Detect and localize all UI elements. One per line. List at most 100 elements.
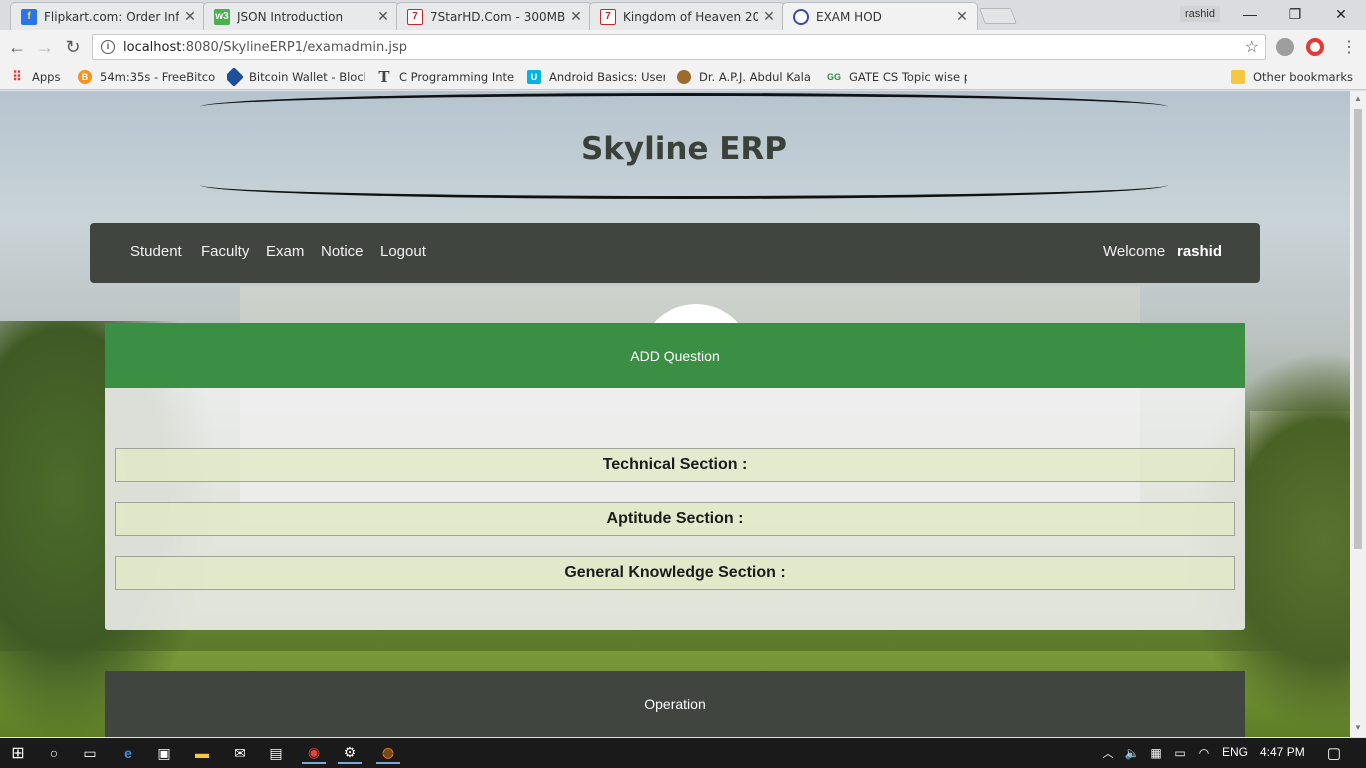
page-viewport: Skyline ERP Student Faculty Exam Notice … xyxy=(0,91,1350,737)
browser-tab[interactable]: 7 7StarHD.Com - 300MB Du ✕ xyxy=(396,2,592,30)
store-icon[interactable]: ▣ xyxy=(152,742,176,764)
language-indicator[interactable]: ENG xyxy=(1222,745,1248,759)
scroll-down-icon[interactable]: ▼ xyxy=(1354,723,1362,732)
bookmark-other[interactable]: Other bookmarks xyxy=(1231,68,1356,86)
action-center-icon[interactable]: ▢ xyxy=(1322,742,1346,764)
browser-tab-active[interactable]: EXAM HOD ✕ xyxy=(782,2,978,30)
general-knowledge-section[interactable]: General Knowledge Section : xyxy=(115,556,1235,590)
folder-icon xyxy=(1231,70,1245,84)
forward-icon[interactable]: → xyxy=(34,36,56,58)
section-label: Technical Section : xyxy=(602,456,748,473)
menu-kebab-icon[interactable]: ⋮ xyxy=(1338,36,1360,58)
nav-link-notice[interactable]: Notice xyxy=(321,243,364,260)
tab-title: Flipkart.com: Order Inform xyxy=(44,9,179,24)
minimize-icon[interactable]: — xyxy=(1227,0,1273,28)
info-icon[interactable]: i xyxy=(101,40,115,54)
page-scrollbar[interactable]: ▲ ▼ xyxy=(1350,91,1366,737)
nav-link-faculty[interactable]: Faculty xyxy=(201,243,249,260)
apps-grid-icon: ⠿ xyxy=(12,69,22,84)
7starhd-icon: 7 xyxy=(600,8,616,25)
browser-tab[interactable]: w3 JSON Introduction ✕ xyxy=(203,2,399,30)
bookmark-label: C Programming Inte xyxy=(399,70,515,84)
network-icon[interactable]: ▦ xyxy=(1144,742,1168,764)
reload-icon[interactable]: ↻ xyxy=(62,36,84,58)
bookmark-label: Other bookmarks xyxy=(1253,70,1353,84)
extension-icon[interactable] xyxy=(1276,38,1294,56)
site-title: Skyline ERP xyxy=(580,131,788,167)
blockchain-icon xyxy=(227,68,244,86)
url-path: :8080/SkylineERP1/examadmin.jsp xyxy=(181,39,408,55)
bookmarks-bar: ⠿ Apps B 54m:35s - FreeBitco Bitcoin Wal… xyxy=(0,64,1366,90)
clock[interactable]: 4:47 PM xyxy=(1260,745,1305,759)
add-question-header[interactable]: ADD Question xyxy=(105,323,1245,388)
tab-title: JSON Introduction xyxy=(237,9,344,24)
windows-taskbar: ⊞ ○ ▭ e ▣ ▬ ✉ ▤ ◉ ⚙ ◍ ︿ 🔈 ▦ ▭ ◠ ENG 4:47… xyxy=(0,738,1366,768)
bookmark-label: Dr. A.P.J. Abdul Kala xyxy=(699,70,811,84)
browser-tab[interactable]: 7 Kingdom of Heaven 2005 ✕ xyxy=(589,2,785,30)
tab-title: 7StarHD.Com - 300MB Du xyxy=(430,9,565,24)
profile-name[interactable]: rashid xyxy=(1180,6,1220,22)
firefox-icon[interactable]: ◍ xyxy=(376,742,400,764)
volume-icon[interactable]: 🔈 xyxy=(1120,742,1144,764)
back-icon[interactable]: ← xyxy=(6,36,28,58)
address-bar[interactable]: i localhost:8080/SkylineERP1/examadmin.j… xyxy=(92,34,1266,60)
scrollbar-thumb[interactable] xyxy=(1354,109,1362,549)
seal-icon xyxy=(677,70,691,84)
restore-icon[interactable]: ❐ xyxy=(1272,0,1318,28)
section-label: Aptitude Section : xyxy=(606,510,744,527)
cortana-icon[interactable]: ○ xyxy=(42,742,66,764)
task-view-icon[interactable]: ▭ xyxy=(78,742,102,764)
bitcoin-icon: B xyxy=(78,70,92,84)
welcome-text: Welcome xyxy=(1103,243,1166,260)
tab-title: Kingdom of Heaven 2005 xyxy=(623,9,758,24)
bookmark-label: 54m:35s - FreeBitco xyxy=(100,70,216,84)
browser-toolbar: ← → ↻ i localhost:8080/SkylineERP1/exama… xyxy=(0,30,1366,64)
browser-tab[interactable]: f Flipkart.com: Order Inform ✕ xyxy=(10,2,206,30)
bookmark-item[interactable]: B 54m:35s - FreeBitco xyxy=(78,68,216,86)
bookmark-label: GATE CS Topic wise p xyxy=(849,70,967,84)
aptitude-section[interactable]: Aptitude Section : xyxy=(115,502,1235,536)
chrome-icon[interactable]: ◉ xyxy=(302,742,326,764)
scroll-up-icon[interactable]: ▲ xyxy=(1354,94,1362,103)
bookmark-item[interactable]: U Android Basics: User xyxy=(527,68,665,86)
close-icon[interactable]: ✕ xyxy=(376,8,390,25)
new-tab-button[interactable] xyxy=(979,8,1017,24)
main-navbar: Student Faculty Exam Notice Logout Welco… xyxy=(90,223,1260,283)
mail-icon[interactable]: ✉ xyxy=(228,742,252,764)
battery-icon[interactable]: ▭ xyxy=(1168,742,1192,764)
chevron-up-icon[interactable]: ︿ xyxy=(1096,742,1120,764)
username: rashid xyxy=(1177,243,1223,260)
udacity-icon: U xyxy=(527,70,541,84)
bookmark-item[interactable]: T C Programming Inte xyxy=(377,68,515,86)
tab-title: EXAM HOD xyxy=(816,9,882,24)
globe-icon xyxy=(793,8,809,25)
nav-link-exam[interactable]: Exam xyxy=(266,243,304,260)
w3schools-icon: w3 xyxy=(214,8,230,25)
opera-vpn-icon[interactable] xyxy=(1306,38,1324,56)
app-icon[interactable]: ▤ xyxy=(264,742,288,764)
url-host: localhost xyxy=(123,39,182,55)
window-close-icon[interactable]: ✕ xyxy=(1318,0,1364,28)
close-icon[interactable]: ✕ xyxy=(183,8,197,25)
nav-link-logout[interactable]: Logout xyxy=(380,243,426,260)
bookmark-star-icon[interactable]: ☆ xyxy=(1245,37,1259,57)
panel-title: ADD Question xyxy=(630,347,720,364)
flipkart-icon: f xyxy=(21,8,37,25)
bookmark-apps[interactable]: ⠿ Apps xyxy=(10,68,70,86)
wifi-icon[interactable]: ◠ xyxy=(1192,742,1216,764)
windows-start-icon[interactable]: ⊞ xyxy=(6,742,30,764)
technical-section[interactable]: Technical Section : xyxy=(115,448,1235,482)
site-banner: Skyline ERP xyxy=(200,93,1168,203)
edge-icon[interactable]: e xyxy=(116,742,140,764)
bookmark-item[interactable]: GG GATE CS Topic wise p xyxy=(827,68,967,86)
bookmark-item[interactable]: Dr. A.P.J. Abdul Kala xyxy=(677,68,815,86)
settings-gear-icon[interactable]: ⚙ xyxy=(338,742,362,764)
close-icon[interactable]: ✕ xyxy=(762,8,776,25)
file-explorer-icon[interactable]: ▬ xyxy=(190,742,214,764)
operation-bar[interactable]: Operation xyxy=(105,671,1245,737)
bookmark-item[interactable]: Bitcoin Wallet - Block xyxy=(227,68,365,86)
close-icon[interactable]: ✕ xyxy=(569,8,583,25)
nav-link-student[interactable]: Student xyxy=(130,243,182,260)
close-icon[interactable]: ✕ xyxy=(955,8,969,25)
type-icon: T xyxy=(378,68,390,86)
